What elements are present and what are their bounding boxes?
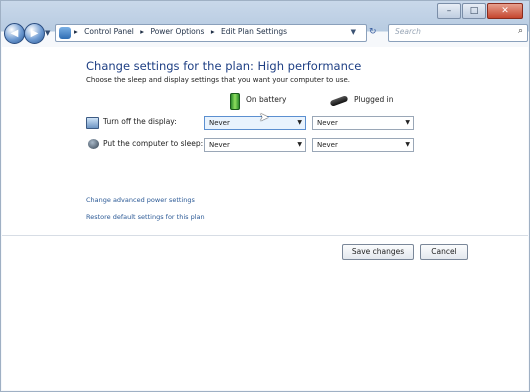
breadcrumb-separator: ▸ <box>74 27 78 36</box>
display-plugged-in-select[interactable]: Never ▼ <box>312 116 414 130</box>
back-button[interactable]: ◀ <box>4 23 25 44</box>
display-on-battery-value: Never <box>209 119 230 127</box>
address-bar[interactable]: ▸ Control Panel ▸ Power Options ▸ Edit P… <box>55 24 367 42</box>
sleep-setting-label: Put the computer to sleep: <box>103 139 204 148</box>
forward-button[interactable]: ▶ <box>24 23 45 44</box>
breadcrumb: ▸ Control Panel ▸ Power Options ▸ Edit P… <box>74 27 291 36</box>
power-plug-icon <box>329 95 349 107</box>
battery-icon <box>230 93 240 110</box>
address-dropdown-icon[interactable]: ▼ <box>351 28 356 36</box>
divider <box>2 235 528 236</box>
display-on-battery-select[interactable]: Never ▼ <box>204 116 306 130</box>
breadcrumb-separator: ▸ <box>210 27 215 36</box>
search-placeholder: Search <box>395 27 421 36</box>
chevron-down-icon: ▼ <box>297 119 302 126</box>
title-bar: – □ ✕ <box>1 1 529 21</box>
sleep-on-battery-select[interactable]: Never ▼ <box>204 138 306 152</box>
breadcrumb-power-options[interactable]: Power Options <box>150 27 204 36</box>
chevron-down-icon: ▼ <box>405 119 410 126</box>
maximize-button[interactable]: □ <box>462 3 486 19</box>
sleep-plugged-in-value: Never <box>317 141 338 149</box>
sleep-on-battery-value: Never <box>209 141 230 149</box>
plugged-in-header: Plugged in <box>354 95 394 104</box>
sleep-plugged-in-select[interactable]: Never ▼ <box>312 138 414 152</box>
search-icon[interactable]: ⌕ <box>518 26 523 36</box>
chevron-down-icon: ▼ <box>297 141 302 148</box>
page-title: Change settings for the plan: High perfo… <box>86 59 362 73</box>
on-battery-header: On battery <box>246 95 287 104</box>
refresh-icon[interactable]: ↻ <box>369 24 383 40</box>
monitor-icon <box>86 117 99 129</box>
display-plugged-in-value: Never <box>317 119 338 127</box>
window-controls: – □ ✕ <box>436 3 523 19</box>
cancel-button[interactable]: Cancel <box>420 244 468 260</box>
chevron-down-icon: ▼ <box>405 141 410 148</box>
advanced-power-settings-link[interactable]: Change advanced power settings <box>86 196 195 204</box>
recent-pages-dropdown-icon[interactable]: ▼ <box>45 29 50 37</box>
breadcrumb-separator: ▸ <box>140 27 145 36</box>
breadcrumb-control-panel[interactable]: Control Panel <box>84 27 134 36</box>
mouse-cursor-icon: ➤ <box>259 110 270 124</box>
minimize-button[interactable]: – <box>437 3 461 19</box>
address-bar-row: ◀ ▶ ▼ ▸ Control Panel ▸ Power Options ▸ … <box>1 21 529 45</box>
control-panel-icon <box>59 27 71 39</box>
restore-defaults-link[interactable]: Restore default settings for this plan <box>86 213 205 221</box>
display-setting-label: Turn off the display: <box>103 117 177 126</box>
main-content: Change settings for the plan: High perfo… <box>2 47 528 390</box>
save-changes-button[interactable]: Save changes <box>342 244 414 260</box>
page-subtitle: Choose the sleep and display settings th… <box>86 76 351 84</box>
close-button[interactable]: ✕ <box>487 3 523 19</box>
explorer-window: – □ ✕ ◀ ▶ ▼ ▸ Control Panel ▸ Power Opti… <box>0 0 530 392</box>
sleep-moon-icon <box>88 139 99 149</box>
search-input[interactable]: Search ⌕ <box>388 24 528 42</box>
breadcrumb-edit-plan-settings[interactable]: Edit Plan Settings <box>221 27 287 36</box>
